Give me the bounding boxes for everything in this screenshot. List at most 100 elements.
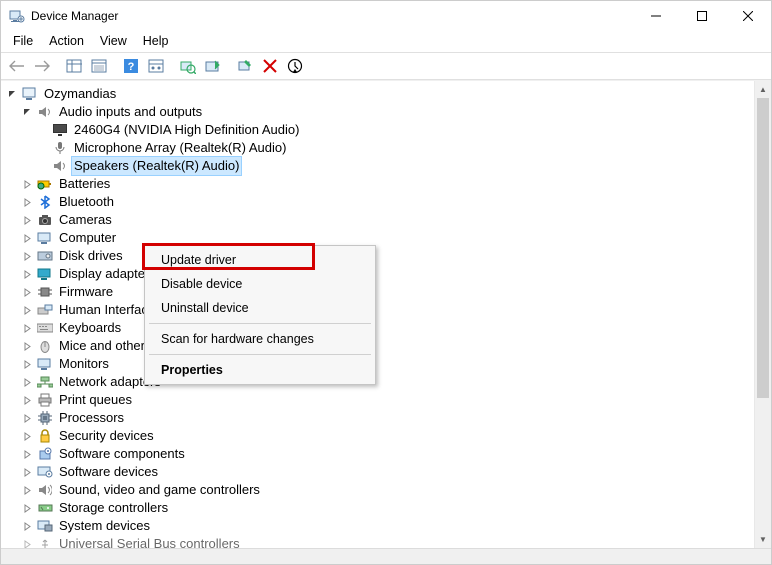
expand-toggle-icon[interactable] (20, 321, 35, 336)
context-menu-uninstall-device[interactable]: Uninstall device (147, 296, 373, 320)
expand-toggle-icon[interactable] (20, 357, 35, 372)
tree-category-keyboards[interactable]: Keyboards (5, 319, 771, 337)
tree-node-label: Print queues (57, 391, 134, 409)
menu-bar: File Action View Help (1, 31, 771, 53)
menu-help[interactable]: Help (135, 32, 177, 50)
tree-category-system[interactable]: System devices (5, 517, 771, 535)
context-menu-scan-hardware[interactable]: Scan for hardware changes (147, 327, 373, 351)
tree-category-audio[interactable]: Audio inputs and outputs (5, 103, 771, 121)
menu-action[interactable]: Action (41, 32, 92, 50)
tree-category-usb[interactable]: Universal Serial Bus controllers (5, 535, 771, 548)
speaker-icon (52, 158, 68, 174)
expand-toggle-icon[interactable] (20, 447, 35, 462)
toolbar-enable-button[interactable] (283, 54, 307, 78)
tree-node-label: Ozymandias (42, 85, 118, 103)
processor-icon (37, 410, 53, 426)
expand-toggle-icon[interactable] (20, 267, 35, 282)
tree-category-printqueues[interactable]: Print queues (5, 391, 771, 409)
tree-category-monitors[interactable]: Monitors (5, 355, 771, 373)
computer-icon (22, 86, 38, 102)
tree-category-hid[interactable]: Human Interface Devices (5, 301, 771, 319)
tree-node-label: Bluetooth (57, 193, 116, 211)
tree-device-audio-2-selected[interactable]: Speakers (Realtek(R) Audio) (5, 157, 771, 175)
expand-toggle-icon[interactable] (20, 339, 35, 354)
expand-toggle-icon[interactable] (20, 393, 35, 408)
tree-node-label: Speakers (Realtek(R) Audio) (72, 157, 241, 175)
toolbar-action-button[interactable] (144, 54, 168, 78)
tree-node-label: Audio inputs and outputs (57, 103, 204, 121)
expand-toggle-icon[interactable] (20, 519, 35, 534)
tree-node-label: Batteries (57, 175, 112, 193)
toolbar: ? (1, 53, 771, 81)
toolbar-help-button[interactable]: ? (119, 54, 143, 78)
toolbar-disable-button[interactable] (258, 54, 282, 78)
toolbar-scan-hardware-button[interactable] (176, 54, 200, 78)
tree-device-audio-0[interactable]: 2460G4 (NVIDIA High Definition Audio) (5, 121, 771, 139)
tree-category-network[interactable]: Network adapters (5, 373, 771, 391)
toolbar-update-driver-button[interactable] (201, 54, 225, 78)
maximize-button[interactable] (679, 1, 725, 31)
toolbar-forward-button[interactable] (30, 54, 54, 78)
expand-toggle-icon[interactable] (20, 375, 35, 390)
tree-category-mice[interactable]: Mice and other pointing devices (5, 337, 771, 355)
expand-toggle-icon[interactable] (20, 501, 35, 516)
tree-category-batteries[interactable]: Batteries (5, 175, 771, 193)
context-menu-properties[interactable]: Properties (147, 358, 373, 382)
expand-toggle-icon[interactable] (20, 177, 35, 192)
expand-toggle-icon[interactable] (20, 213, 35, 228)
scroll-up-arrow-icon[interactable]: ▲ (755, 81, 771, 98)
expand-toggle-icon[interactable] (20, 303, 35, 318)
tree-node-label: Disk drives (57, 247, 125, 265)
tree-category-swcomp[interactable]: Software components (5, 445, 771, 463)
scrollbar-thumb[interactable] (757, 98, 769, 398)
toolbar-uninstall-button[interactable] (233, 54, 257, 78)
menu-view[interactable]: View (92, 32, 135, 50)
tree-node-label: Display adapters (57, 265, 158, 283)
tree-category-display[interactable]: Display adapters (5, 265, 771, 283)
expand-toggle-icon[interactable] (20, 411, 35, 426)
context-menu-disable-device[interactable]: Disable device (147, 272, 373, 296)
toolbar-back-button[interactable] (5, 54, 29, 78)
tree-category-bluetooth[interactable]: Bluetooth (5, 193, 771, 211)
system-device-icon (37, 518, 53, 534)
status-bar (1, 548, 771, 564)
device-tree[interactable]: Ozymandias Audio inputs and outputs 2460… (1, 81, 771, 548)
context-menu-update-driver[interactable]: Update driver (147, 248, 373, 272)
bluetooth-icon (37, 194, 53, 210)
expand-toggle-icon[interactable] (20, 537, 35, 548)
tree-node-label: Cameras (57, 211, 114, 229)
tree-category-cameras[interactable]: Cameras (5, 211, 771, 229)
tree-category-computer[interactable]: Computer (5, 229, 771, 247)
expand-toggle-icon[interactable] (20, 249, 35, 264)
tree-node-label: Firmware (57, 283, 115, 301)
chip-icon (37, 284, 53, 300)
computer-icon (37, 230, 53, 246)
tree-node-label: Security devices (57, 427, 156, 445)
scroll-down-arrow-icon[interactable]: ▼ (755, 531, 771, 548)
context-menu: Update driver Disable device Uninstall d… (144, 245, 376, 385)
tree-category-swdev[interactable]: Software devices (5, 463, 771, 481)
expand-toggle-icon[interactable] (20, 483, 35, 498)
tree-category-firmware[interactable]: Firmware (5, 283, 771, 301)
tree-root[interactable]: Ozymandias (5, 85, 771, 103)
tree-category-processors[interactable]: Processors (5, 409, 771, 427)
menu-file[interactable]: File (5, 32, 41, 50)
expand-toggle-icon[interactable] (20, 285, 35, 300)
minimize-button[interactable] (633, 1, 679, 31)
tree-device-audio-1[interactable]: Microphone Array (Realtek(R) Audio) (5, 139, 771, 157)
expand-toggle-icon[interactable] (20, 231, 35, 246)
vertical-scrollbar[interactable]: ▲ ▼ (754, 81, 771, 548)
toolbar-properties-button[interactable] (87, 54, 111, 78)
close-button[interactable] (725, 1, 771, 31)
expand-toggle-icon[interactable] (5, 87, 20, 102)
toolbar-show-hide-tree-button[interactable] (62, 54, 86, 78)
expand-toggle-icon[interactable] (20, 465, 35, 480)
tree-category-sound[interactable]: Sound, video and game controllers (5, 481, 771, 499)
tree-category-storage[interactable]: Storage controllers (5, 499, 771, 517)
expand-toggle-icon[interactable] (20, 429, 35, 444)
tree-category-security[interactable]: Security devices (5, 427, 771, 445)
tree-category-diskdrives[interactable]: Disk drives (5, 247, 771, 265)
expand-toggle-icon[interactable] (20, 195, 35, 210)
expand-toggle-icon[interactable] (20, 105, 35, 120)
window-title: Device Manager (31, 9, 118, 23)
